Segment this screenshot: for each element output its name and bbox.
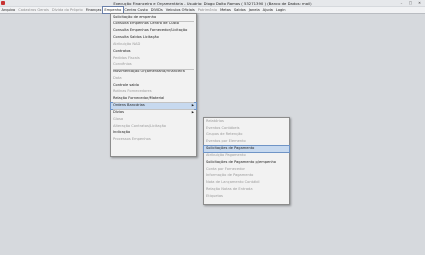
menu-janela[interactable]: Janela [247,7,261,13]
menu-item-label: Glosa [113,116,124,121]
submenu-item-eventos-por-elemento: Eventos por Elemento [206,139,246,144]
submenu-item-informacao-de-pagamento: Informação de Pagamento [206,173,254,178]
menu-separator [113,109,194,111]
menu-ajuda[interactable]: Ajuda [261,7,274,13]
menu-item-rotinas-fornecedores: Rotinas Fornecedores [111,89,196,95]
submenu-item-nota-de-lancamento-contabil: Nota de Lançamento Contábil [206,180,260,185]
menu-item-controle-saldo[interactable]: Controle saldo [111,83,196,89]
submenu-item-relatorios: Relatórios [206,118,224,123]
menu-item-label: Dívias [113,110,124,115]
empenho-dropdown-menu: Solicitação de empenho Consulta Empenhos … [110,13,197,157]
menu-item-label: Consulta Empenhos Fornecedor/Licitação [113,28,188,33]
menu-item-ordens-bancarias[interactable]: Ordens Bancárias ▶ [110,102,197,110]
menu-metas[interactable]: Metas [219,7,233,13]
menu-item-data: Data [111,76,196,82]
menu-financas[interactable]: Finanças [84,7,103,13]
menu-item-divias[interactable]: Dívias ▶ [111,110,196,116]
menu-item-label: Solicitação de empenho [113,14,157,19]
submenu-item-solicitacoes-de-pagamento-p-empenho[interactable]: Solicitações de Pagamento p/empenho [204,160,289,166]
maximize-icon[interactable]: □ [406,1,415,6]
submenu-item-conta-por-fornecedor: Conta por Fornecedor [206,166,246,171]
menu-item-relacao-fornecedor-material[interactable]: Relação Fornecedor/Material [111,96,196,102]
menu-item-label: Rotinas Fornecedores [113,89,152,94]
submenu-item-solicitacoes-de-pagamento[interactable]: Solicitações de Pagamento [203,145,290,153]
close-icon[interactable]: ✕ [415,1,424,6]
menu-item-label: Ordens Bancárias [113,103,145,107]
menu-item-indicacao[interactable]: Indicação [111,130,196,136]
menu-item-label: Relação Fornecedor/Material [113,96,165,101]
menu-item-label: Pedidos Fiscais [113,55,140,60]
submenu-arrow-icon: ▶ [191,110,194,115]
menu-arquivo[interactable]: Arquivo [0,7,17,13]
menu-item-alteracao-contratos-licitacao: Alteração Contratos/Licitação [111,124,196,130]
menu-item-label: Consulta Empenhos Centro de Custo [113,21,179,26]
minimize-icon[interactable]: – [397,1,406,6]
menu-item-contratos[interactable]: Contratos [111,49,196,55]
menu-item-label: Contratos [113,48,131,53]
submenu-item-grupos-de-retencao: Grupos de Retenção [206,132,243,137]
menu-item-label: Indicação [113,130,131,135]
menu-divida-do-proprio: Dívida do Próprio [51,8,83,12]
menu-item-atribuicao-nad: Atribuição NAD [111,42,196,48]
menu-item-label: Processos Empenhos [113,137,151,142]
submenu-item-relacao-notas-de-entrada: Relação Notas de Entrada [206,186,253,191]
title-bar: Execução Financeira e Orçamentária - Usu… [0,0,425,6]
menu-item-label: Data [113,75,122,80]
menu-separator [113,102,194,104]
menu-item-label: Controle saldo [113,82,139,87]
menu-item-consulta-empenhos-centro-de-custo[interactable]: Consulta Empenhos Centro de Custo [111,21,196,27]
submenu-item-eventos-contabeis: Eventos Contábeis [206,125,240,130]
menu-item-label: Consulta Saldos Licitação [113,35,159,40]
window-controls: – □ ✕ [397,1,424,6]
menu-bar: Arquivo Cadastros Gerais Dívida do Próprio… [0,6,425,14]
menu-separator [113,20,194,22]
ordens-bancarias-submenu: Relatórios Eventos Contábeis Grupos de Ret… [203,117,290,205]
menu-item-convenios: Convênios [111,62,196,68]
menu-item-consulta-empenhos-fornecedor-licitacao[interactable]: Consulta Empenhos Fornecedor/Licitação [111,28,196,34]
menu-separator [113,69,194,70]
submenu-item-etiquetas: Etiquetas [206,193,223,198]
window-title: Execução Financeira e Orçamentária - Usu… [113,0,312,6]
menu-item-label: Alteração Contratos/Licitação [113,123,167,128]
menu-saldos[interactable]: Saldos [232,7,247,13]
menu-item-solicitacao-de-empenho[interactable]: Solicitação de empenho [111,15,196,21]
menu-item-label: Convênios [113,62,132,67]
menu-item-processos-empenhos: Processos Empenhos [111,137,196,143]
menu-item-consulta-saldos-licitacao[interactable]: Consulta Saldos Licitação [111,35,196,41]
submenu-item-atribuicao-pagamento: Atribuição Pagamento [206,152,246,157]
menu-item-pedidos-fiscais: Pedidos Fiscais [111,56,196,62]
menu-item-label: Atribuição NAD [113,41,141,46]
menu-cadastros-gerais: Cadastros Gerais [18,8,49,12]
menu-patrimonio: Patrimônio [197,8,218,12]
menu-login[interactable]: Login [274,7,287,13]
submenu-arrow-icon: ▶ [191,103,194,107]
menu-item-glosa: Glosa [111,117,196,123]
